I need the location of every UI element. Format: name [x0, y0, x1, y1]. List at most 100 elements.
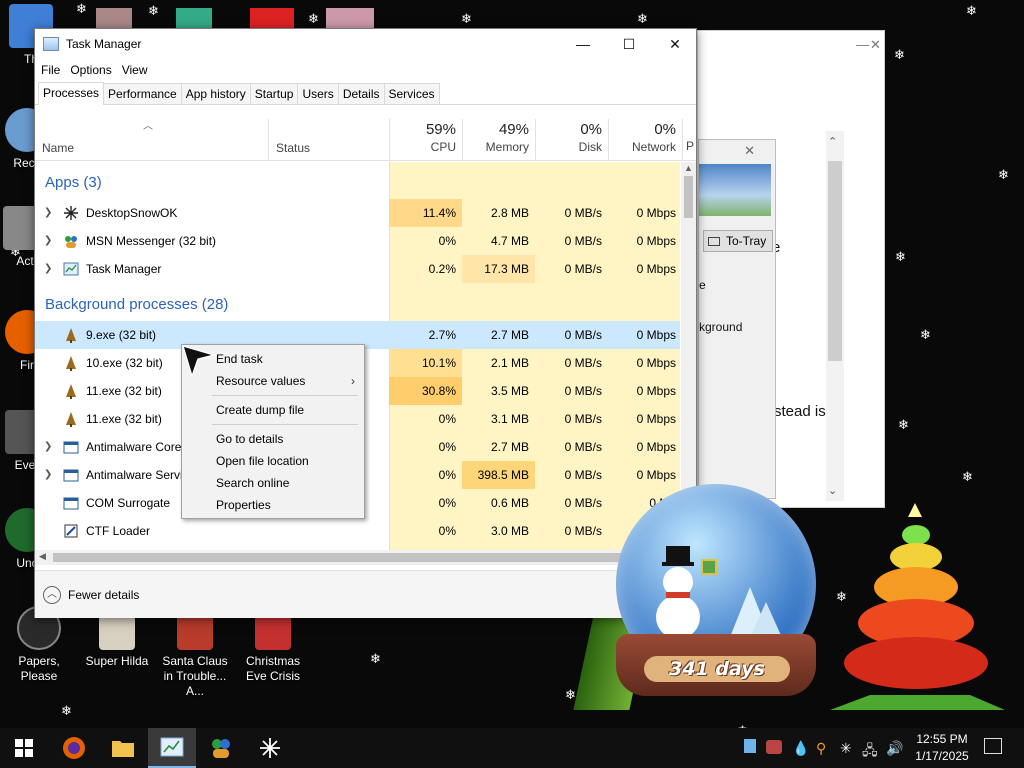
- column-name[interactable]: Name: [42, 141, 74, 155]
- column-disk[interactable]: 0% Disk: [535, 119, 608, 160]
- menu-item-open-file-location[interactable]: Open file location: [182, 450, 364, 472]
- close-icon[interactable]: ✕: [870, 37, 881, 53]
- horizontal-scrollbar[interactable]: ◀: [35, 550, 696, 565]
- volume-icon[interactable]: 🔊: [886, 740, 903, 757]
- snowflake: ❄: [76, 1, 87, 16]
- column-power-partial[interactable]: P: [682, 119, 696, 160]
- minimize-button[interactable]: —: [560, 29, 606, 59]
- menu-item-properties[interactable]: Properties: [182, 494, 364, 516]
- tab-details[interactable]: Details: [337, 83, 385, 104]
- start-button[interactable]: [0, 728, 48, 768]
- desktop-icon-label: Fir: [20, 358, 34, 372]
- cpu-cell: 2.7%: [428, 328, 456, 342]
- minimize-icon[interactable]: —: [856, 37, 869, 52]
- maximize-button[interactable]: ☐: [606, 29, 652, 59]
- close-icon[interactable]: ✕: [744, 143, 755, 159]
- process-name: COM Surrogate: [86, 496, 171, 510]
- task-manager-window[interactable]: Task Manager — ☐ ✕ File Options View Pro…: [34, 28, 697, 618]
- desktop-icon-partial[interactable]: [326, 8, 374, 30]
- taskbar-firefox[interactable]: [50, 728, 98, 768]
- tray-app-icon[interactable]: [744, 739, 756, 753]
- scroll-thumb[interactable]: [684, 176, 693, 218]
- table-row[interactable]: ❯ DesktopSnowOK 11.4% 2.8 MB 0 MB/s 0 Mb…: [35, 199, 680, 227]
- scroll-up-icon[interactable]: ⌃: [828, 135, 837, 148]
- cpu-cell: 0%: [438, 524, 456, 538]
- chevron-right-icon: ›: [351, 374, 355, 388]
- chevron-right-icon[interactable]: ❯: [44, 199, 52, 227]
- column-cpu[interactable]: 59% CPU: [389, 119, 462, 160]
- tray-app-icon[interactable]: [766, 740, 782, 754]
- tab-users[interactable]: Users: [297, 83, 339, 104]
- taskbar-msn-messenger[interactable]: [197, 728, 245, 768]
- desktop-icon-partial[interactable]: [176, 8, 212, 30]
- scroll-up-icon[interactable]: ▲: [684, 163, 693, 173]
- snowflake: ❄: [898, 417, 909, 432]
- menu-item-search-online[interactable]: Search online: [182, 472, 364, 494]
- scrollbar[interactable]: ⌃ ⌄: [826, 131, 844, 501]
- mcdonalds-icon[interactable]: [250, 8, 294, 30]
- menu-file[interactable]: File: [41, 63, 60, 77]
- tab-startup[interactable]: Startup: [249, 83, 299, 104]
- column-network[interactable]: 0% Network: [608, 119, 682, 160]
- chevron-right-icon[interactable]: ❯: [44, 433, 52, 461]
- inner-dialog[interactable]: ✕ To-Tray e kground: [698, 139, 776, 499]
- table-row[interactable]: ❯ Task Manager 0.2% 17.3 MB 0 MB/s 0 Mbp…: [35, 255, 680, 283]
- to-tray-button[interactable]: To-Tray: [703, 230, 773, 252]
- desktop-icon[interactable]: Super Hilda: [78, 614, 156, 669]
- chevron-right-icon[interactable]: ❯: [44, 255, 52, 283]
- taskbar-task-manager[interactable]: [148, 728, 196, 768]
- process-name: Task Manager: [86, 262, 162, 276]
- group-background: Background processes (28): [45, 296, 229, 313]
- network-icon[interactable]: 🖧: [862, 740, 878, 764]
- menu-item-create-dump[interactable]: Create dump file: [182, 399, 364, 421]
- cpu-cell: 30.8%: [389, 377, 462, 405]
- menu-options[interactable]: Options: [70, 63, 111, 77]
- tab-services[interactable]: Services: [383, 83, 440, 104]
- task-manager-icon: [160, 737, 184, 757]
- water-drop-icon[interactable]: 💧: [792, 740, 809, 757]
- chevron-right-icon[interactable]: ❯: [44, 227, 52, 255]
- desktop-icon[interactable]: Christmas Eve Crisis: [234, 614, 312, 684]
- tab-app-history[interactable]: App history: [180, 83, 251, 104]
- close-button[interactable]: ✕: [652, 29, 698, 59]
- taskbar-desktopsnow[interactable]: [246, 728, 294, 768]
- desktop: ❄ ❄ ❄ ❄ ❄ ❄ ❄ ❄ ❄ ❄ ❄ ❄ ❄ ❄ ❄ ❄ ❄ ❄ Th R…: [0, 0, 1024, 728]
- tab-processes[interactable]: Processes: [38, 82, 105, 105]
- desktop-icon[interactable]: Santa Claus in Trouble... A...: [156, 614, 234, 699]
- scroll-thumb[interactable]: [53, 553, 651, 562]
- task-manager-icon: [43, 37, 59, 51]
- game-icon: [177, 614, 213, 650]
- column-status-cell[interactable]: Status: [268, 119, 389, 160]
- firefox-icon: [63, 737, 85, 759]
- menu-bar: File Options View: [35, 59, 696, 81]
- snow-globe-widget[interactable]: 341 days: [614, 484, 820, 702]
- table-row[interactable]: CTF Loader 0% 3.0 MB 0 MB/s 0 Mbps: [35, 517, 680, 545]
- desktop-icon-partial[interactable]: [96, 8, 132, 30]
- memory-cell: 4.7 MB: [490, 234, 529, 248]
- disk-cell: 0 MB/s: [564, 328, 602, 342]
- clock[interactable]: 12:55 PM 1/17/2025: [908, 731, 976, 765]
- cpu-label: CPU: [430, 140, 456, 154]
- service-window-icon: [63, 441, 79, 454]
- menu-view[interactable]: View: [122, 63, 148, 77]
- network-cell: 0 Mbps: [636, 412, 676, 426]
- scroll-thumb[interactable]: [828, 161, 842, 361]
- search-magnifier-icon[interactable]: ⚲: [816, 740, 826, 757]
- menu-item-go-to-details[interactable]: Go to details: [182, 428, 364, 450]
- cpu-cell: 0%: [438, 440, 456, 454]
- disk-cell: 0 MB/s: [564, 356, 602, 370]
- process-name: 10.exe (32 bit): [86, 356, 163, 370]
- background-window[interactable]: — ✕ e stead is ⌃ ⌄ ✕ To-Tray e kground: [697, 30, 885, 508]
- desktop-icon-label: Papers, Please: [18, 654, 60, 683]
- process-name: 11.exe (32 bit): [86, 412, 162, 426]
- tab-performance[interactable]: Performance: [103, 83, 182, 104]
- taskbar-file-explorer[interactable]: [99, 728, 147, 768]
- notification-icon[interactable]: [984, 738, 1002, 754]
- scroll-left-icon[interactable]: ◀: [39, 551, 46, 562]
- fewer-details-button[interactable]: ︿ Fewer details: [43, 586, 139, 604]
- snowflake-tray-icon[interactable]: ✳: [840, 740, 852, 757]
- table-row[interactable]: ❯ MSN Messenger (32 bit) 0% 4.7 MB 0 MB/…: [35, 227, 680, 255]
- snowflake: ❄: [61, 703, 72, 718]
- chevron-right-icon[interactable]: ❯: [44, 461, 52, 489]
- column-memory[interactable]: 49% Memory: [462, 119, 535, 160]
